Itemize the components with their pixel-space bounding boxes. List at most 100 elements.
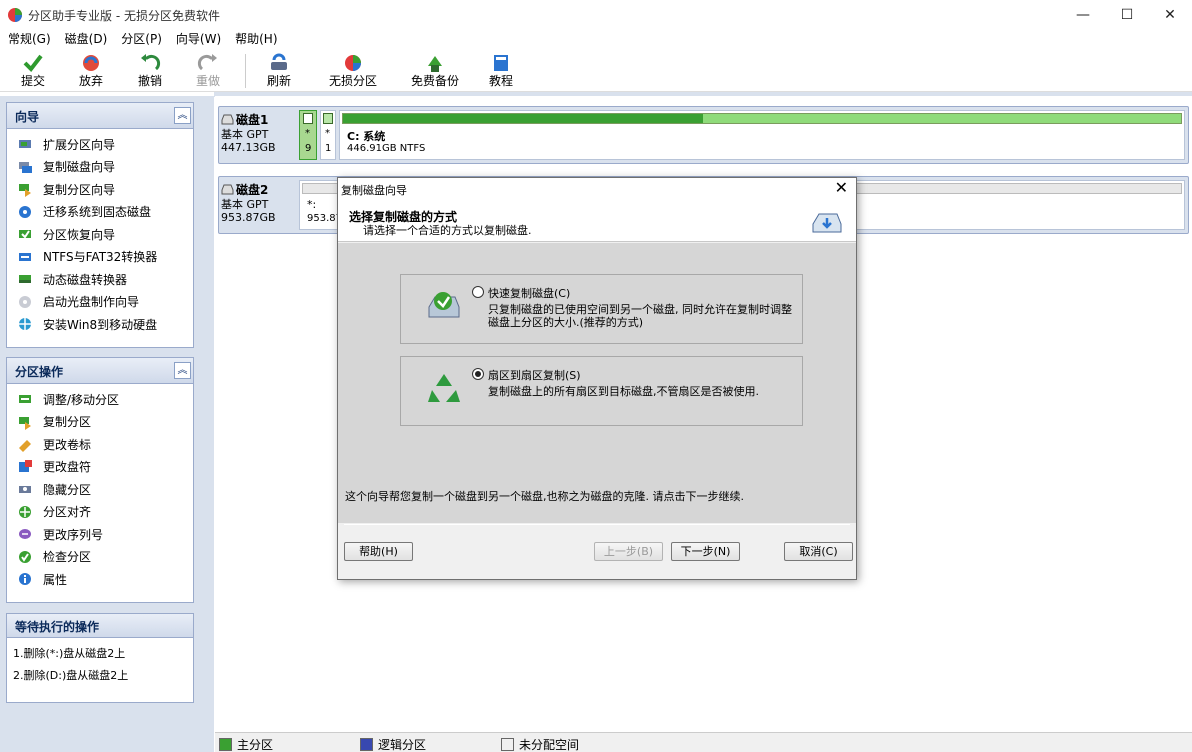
wizard-extend-partition[interactable]: 扩展分区向导 (7, 133, 193, 156)
check-partition-icon (19, 550, 31, 563)
copy-disk-wizard-dialog: 复制磁盘向导 ✕ 选择复制磁盘的方式 请选择一个合适的方式以复制磁盘. 快速复制… (337, 177, 857, 580)
toolbar: 提交 放弃 撤销 重做 刷新 无损分区 免费备份 教程 (0, 50, 1192, 92)
wizard-ntfs-fat32[interactable]: NTFS与FAT32转换器 (7, 246, 193, 269)
lossless-partition-button[interactable]: 无损分区 (326, 50, 380, 92)
disk2-info: 磁盘2 基本 GPT 953.87GB (221, 181, 295, 224)
usage-bar (342, 113, 1182, 124)
fast-copy-option[interactable]: 快速复制磁盘(C) 只复制磁盘的已使用空间到另一个磁盘, 同时允许在复制时调整磁… (400, 274, 803, 344)
op-change-serial[interactable]: 更改序列号 (7, 523, 193, 546)
resize-icon (19, 395, 31, 404)
disk1-info: 磁盘1 基本 GPT 447.13GB (221, 111, 295, 154)
legend-logical: 逻辑分区 (360, 736, 426, 752)
disk1-size: 447.13GB (221, 141, 276, 154)
hard-disk-icon (221, 184, 234, 195)
wizard-panel: 向导 ︽ 扩展分区向导 复制磁盘向导 复制分区向导 迁移系统到固态磁盘 分区恢复… (6, 102, 194, 348)
align-icon (19, 505, 31, 518)
free-backup-button[interactable]: 免费备份 (408, 50, 462, 92)
commit-button[interactable]: 提交 (18, 50, 48, 92)
minimize-button[interactable]: — (1060, 0, 1106, 30)
extend-icon (19, 140, 31, 149)
wizard-copy-disk[interactable]: 复制磁盘向导 (7, 156, 193, 179)
menu-general[interactable]: 常规(G) (3, 30, 60, 48)
discard-button[interactable]: 放弃 (76, 50, 106, 92)
menu-bar: 常规(G) 磁盘(D) 分区(P) 向导(W) 帮助(H) (0, 30, 1192, 48)
pending-op-item[interactable]: 1.删除(*:)盘从磁盘2上 (7, 643, 193, 665)
check-icon (23, 54, 43, 73)
op-change-label[interactable]: 更改卷标 (7, 433, 193, 456)
refresh-button[interactable]: 刷新 (264, 50, 294, 92)
collapse-icon[interactable]: ︽ (174, 362, 191, 379)
dialog-title-bar: 复制磁盘向导 ✕ (338, 178, 856, 200)
toolbar-separator (245, 54, 246, 88)
tutorial-button[interactable]: 教程 (486, 50, 516, 92)
wizard-boot-cd[interactable]: 启动光盘制作向导 (7, 291, 193, 314)
sector-copy-radio[interactable] (472, 368, 484, 380)
op-check-partition[interactable]: 检查分区 (7, 546, 193, 569)
disk2-partition-label: *: (307, 198, 317, 211)
dynamic-disk-icon (19, 275, 31, 284)
undo-button[interactable]: 撤销 (135, 50, 165, 92)
disk2-type: 基本 GPT (221, 198, 269, 211)
op-change-letter[interactable]: 更改盘符 (7, 456, 193, 479)
disk1-partition-2[interactable]: * 1 (320, 110, 336, 160)
partition-c-label: C: 系统 (347, 130, 386, 143)
op-hide-partition[interactable]: 隐藏分区 (7, 478, 193, 501)
partition-ops-header: 分区操作 ︽ (7, 358, 193, 384)
disk1-partition-c[interactable]: C: 系统 446.91GB NTFS (339, 110, 1185, 160)
hide-icon (19, 486, 31, 494)
cancel-button[interactable]: 取消(C) (784, 542, 853, 561)
recovery-icon (19, 230, 31, 239)
fast-copy-icon (428, 292, 460, 318)
dialog-title: 复制磁盘向导 (341, 184, 407, 197)
maximize-button[interactable]: ☐ (1104, 0, 1150, 30)
fast-copy-description: 只复制磁盘的已使用空间到另一个磁盘, 同时允许在复制时调整磁盘上分区的大小.(推… (488, 303, 792, 329)
label-icon (19, 440, 31, 453)
disk1-type: 基本 GPT (221, 128, 269, 141)
collapse-icon[interactable]: ︽ (174, 107, 191, 124)
disk2-size: 953.87GB (221, 211, 276, 224)
dialog-footer-text: 这个向导帮您复制一个磁盘到另一个磁盘,也称之为磁盘的克隆. 请点击下一步继续. (345, 490, 744, 503)
migrate-icon (19, 205, 31, 218)
wizard-panel-header: 向导 ︽ (7, 103, 193, 129)
logical-swatch (360, 738, 373, 751)
redo-button[interactable]: 重做 (193, 50, 223, 92)
dialog-header: 选择复制磁盘的方式 请选择一个合适的方式以复制磁盘. (338, 200, 856, 242)
pending-ops-panel: 等待执行的操作 1.删除(*:)盘从磁盘2上 2.删除(D:)盘从磁盘2上 (6, 613, 194, 703)
copy-icon (19, 416, 31, 430)
menu-wizard[interactable]: 向导(W) (171, 30, 230, 48)
disk1-partition-1[interactable]: * 9 (299, 110, 317, 160)
pending-op-item[interactable]: 2.删除(D:)盘从磁盘2上 (7, 665, 193, 687)
op-copy-partition[interactable]: 复制分区 (7, 411, 193, 434)
dialog-body: 快速复制磁盘(C) 只复制磁盘的已使用空间到另一个磁盘, 同时允许在复制时调整磁… (338, 243, 856, 523)
op-properties[interactable]: 属性 (7, 568, 193, 591)
wizard-migrate-os[interactable]: 迁移系统到固态磁盘 (7, 201, 193, 224)
fast-copy-label[interactable]: 快速复制磁盘(C) (488, 285, 570, 301)
dialog-subheading: 请选择一个合适的方式以复制磁盘. (363, 224, 532, 237)
wizard-copy-partition[interactable]: 复制分区向导 (7, 178, 193, 201)
op-align-partition[interactable]: 分区对齐 (7, 501, 193, 524)
primary-swatch (219, 738, 232, 751)
sector-copy-option[interactable]: 扇区到扇区复制(S) 复制磁盘上的所有扇区到目标磁盘,不管扇区是否被使用. (400, 356, 803, 426)
dialog-close-icon[interactable]: ✕ (835, 178, 848, 197)
prev-button[interactable]: 上一步(B) (594, 542, 663, 561)
sector-copy-description: 复制磁盘上的所有扇区到目标磁盘,不管扇区是否被使用. (488, 385, 759, 398)
menu-disk[interactable]: 磁盘(D) (60, 30, 117, 48)
legend-unallocated: 未分配空间 (501, 736, 579, 752)
next-button[interactable]: 下一步(N) (671, 542, 740, 561)
disk1-row[interactable]: 磁盘1 基本 GPT 447.13GB * 9 * 1 C: 系统 446.91… (218, 106, 1189, 164)
cd-icon (19, 295, 31, 308)
help-button[interactable]: 帮助(H) (344, 542, 413, 561)
undo-icon (141, 54, 161, 71)
wizard-partition-recovery[interactable]: 分区恢复向导 (7, 223, 193, 246)
copy-disk-icon (19, 161, 32, 173)
copy-partition-icon (19, 184, 31, 198)
wizard-win8-usb[interactable]: 安装Win8到移动硬盘 (7, 313, 193, 336)
sector-copy-label[interactable]: 扇区到扇区复制(S) (488, 367, 581, 383)
book-icon (494, 55, 508, 71)
menu-help[interactable]: 帮助(H) (230, 30, 286, 48)
menu-partition[interactable]: 分区(P) (116, 30, 171, 48)
wizard-dynamic-disk[interactable]: 动态磁盘转换器 (7, 268, 193, 291)
op-resize-move[interactable]: 调整/移动分区 (7, 388, 193, 411)
fast-copy-radio[interactable] (472, 286, 484, 298)
close-button[interactable]: ✕ (1147, 0, 1192, 30)
